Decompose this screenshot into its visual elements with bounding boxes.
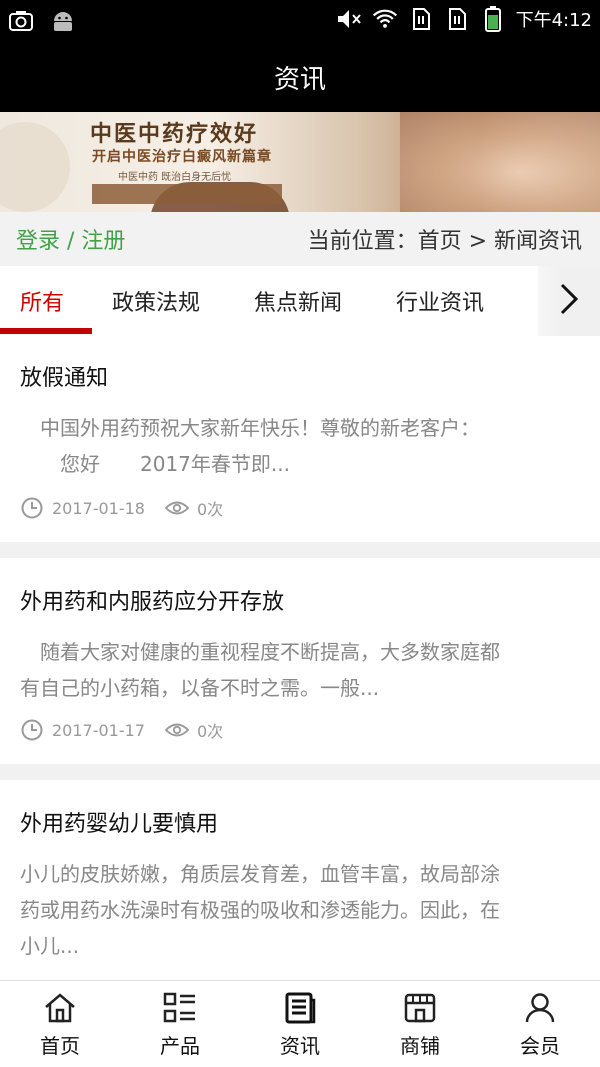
article-summary-line: 小儿的皮肤娇嫩，角质层发育差，血管丰富，故局部涂 xyxy=(20,862,500,886)
article-summary-line: 药或用药水洗澡时有极强的吸收和渗透能力。因此，在 xyxy=(20,898,500,922)
eye-icon xyxy=(164,496,189,520)
list-item[interactable]: 外用药和内服药应分开存放 随着大家对健康的重视程度不断提高，大多数家庭都 有自己… xyxy=(0,558,600,764)
divider xyxy=(0,542,600,558)
nav-shop-label: 商铺 xyxy=(400,1033,440,1058)
banner-text-box xyxy=(92,184,282,204)
breadcrumb[interactable]: 当前位置：首页 > 新闻资讯 xyxy=(308,223,582,255)
nav-products[interactable]: 产品 xyxy=(120,981,240,1067)
banner-subheadline: 开启中医治疗白癜风新篇章 xyxy=(92,149,272,165)
eye-icon xyxy=(164,718,189,742)
status-time: 下午4:12 xyxy=(515,10,592,31)
article-views: 0次 xyxy=(196,722,224,741)
nav-home-label: 首页 xyxy=(40,1033,80,1058)
article-summary-line: 随着大家对健康的重视程度不断提高，大多数家庭都 xyxy=(20,640,500,664)
article-summary: 小儿的皮肤娇嫩，角质层发育差，血管丰富，故局部涂 药或用药水洗澡时有极强的吸收和… xyxy=(20,856,582,964)
page-title: 资讯 xyxy=(273,64,326,95)
breadcrumb-row: 登录 / 注册 当前位置：首页 > 新闻资讯 xyxy=(0,212,600,266)
mute-icon xyxy=(336,6,362,32)
article-views: 0次 xyxy=(196,500,224,519)
banner-headline: 中医中药疗效好 xyxy=(90,122,259,147)
banner-photo xyxy=(400,112,600,212)
nav-member-label: 会员 xyxy=(520,1033,560,1058)
banner-small-text: 中医中药 既治白身无后忧 xyxy=(118,172,232,183)
nav-shop[interactable]: 商铺 xyxy=(360,981,480,1067)
clock-icon xyxy=(20,718,44,742)
nav-member[interactable]: 会员 xyxy=(480,981,600,1067)
product-list-icon xyxy=(162,990,198,1026)
screenshot-icon xyxy=(8,8,34,34)
bottom-nav: 首页 产品 资讯 商铺 会员 xyxy=(0,980,600,1067)
article-summary: 中国外用药预祝大家新年快乐！尊敬的新老客户： 您好 2017年春节即... xyxy=(20,410,582,482)
active-tab-indicator xyxy=(0,328,92,334)
nav-home[interactable]: 首页 xyxy=(0,981,120,1067)
shop-icon xyxy=(402,990,438,1026)
header-bar: 资讯 xyxy=(0,42,600,112)
tab-industry-news[interactable]: 行业资讯 xyxy=(396,266,484,336)
android-icon xyxy=(50,8,76,34)
divider xyxy=(0,764,600,780)
status-bar: 下午4:12 xyxy=(0,0,600,42)
article-summary-line: 小儿... xyxy=(20,934,80,958)
article-title[interactable]: 放假通知 xyxy=(20,360,108,392)
sim1-icon xyxy=(408,6,434,32)
article-date: 2017-01-17 xyxy=(52,720,145,740)
tabs-scroll-right-button[interactable] xyxy=(538,266,600,336)
article-summary-line: 有自己的小药箱，以备不时之需。一般... xyxy=(20,676,380,700)
wifi-icon xyxy=(372,6,398,32)
member-icon xyxy=(522,990,558,1026)
article-summary-line: 中国外用药预祝大家新年快乐！尊敬的新老客户： xyxy=(20,416,480,440)
login-register-link[interactable]: 登录 / 注册 xyxy=(16,223,125,255)
article-summary-line: 您好 2017年春节即... xyxy=(20,452,290,476)
nav-news-label: 资讯 xyxy=(280,1033,320,1058)
nav-news[interactable]: 资讯 xyxy=(240,981,360,1067)
category-tabs: 所有 政策法规 焦点新闻 行业资讯 xyxy=(0,266,600,336)
clock-icon xyxy=(20,496,44,520)
nav-products-label: 产品 xyxy=(160,1033,200,1058)
banner-cloud-decoration xyxy=(0,122,70,212)
list-item[interactable]: 外用药婴幼儿要慎用 小儿的皮肤娇嫩，角质层发育差，血管丰富，故局部涂 药或用药水… xyxy=(0,780,600,980)
tab-focus-news[interactable]: 焦点新闻 xyxy=(254,266,342,336)
list-item[interactable]: 放假通知 中国外用药预祝大家新年快乐！尊敬的新老客户： 您好 2017年春节即.… xyxy=(0,336,600,542)
chevron-right-icon xyxy=(559,282,579,320)
article-summary: 随着大家对健康的重视程度不断提高，大多数家庭都 有自己的小药箱，以备不时之需。一… xyxy=(20,634,582,706)
battery-icon xyxy=(480,6,506,32)
article-date: 2017-01-18 xyxy=(52,498,145,518)
article-meta: 2017-01-17 0次 xyxy=(20,718,223,742)
tab-all[interactable]: 所有 xyxy=(20,266,64,336)
news-icon xyxy=(282,990,318,1026)
article-meta: 2017-01-18 0次 xyxy=(20,496,223,520)
article-title[interactable]: 外用药婴幼儿要慎用 xyxy=(20,806,218,838)
tab-policy[interactable]: 政策法规 xyxy=(112,266,200,336)
article-title[interactable]: 外用药和内服药应分开存放 xyxy=(20,584,284,616)
home-icon xyxy=(42,990,78,1026)
sim2-icon xyxy=(444,6,470,32)
promo-banner[interactable]: 中医中药疗效好 开启中医治疗白癜风新篇章 中医中药 既治白身无后忧 xyxy=(0,112,600,212)
